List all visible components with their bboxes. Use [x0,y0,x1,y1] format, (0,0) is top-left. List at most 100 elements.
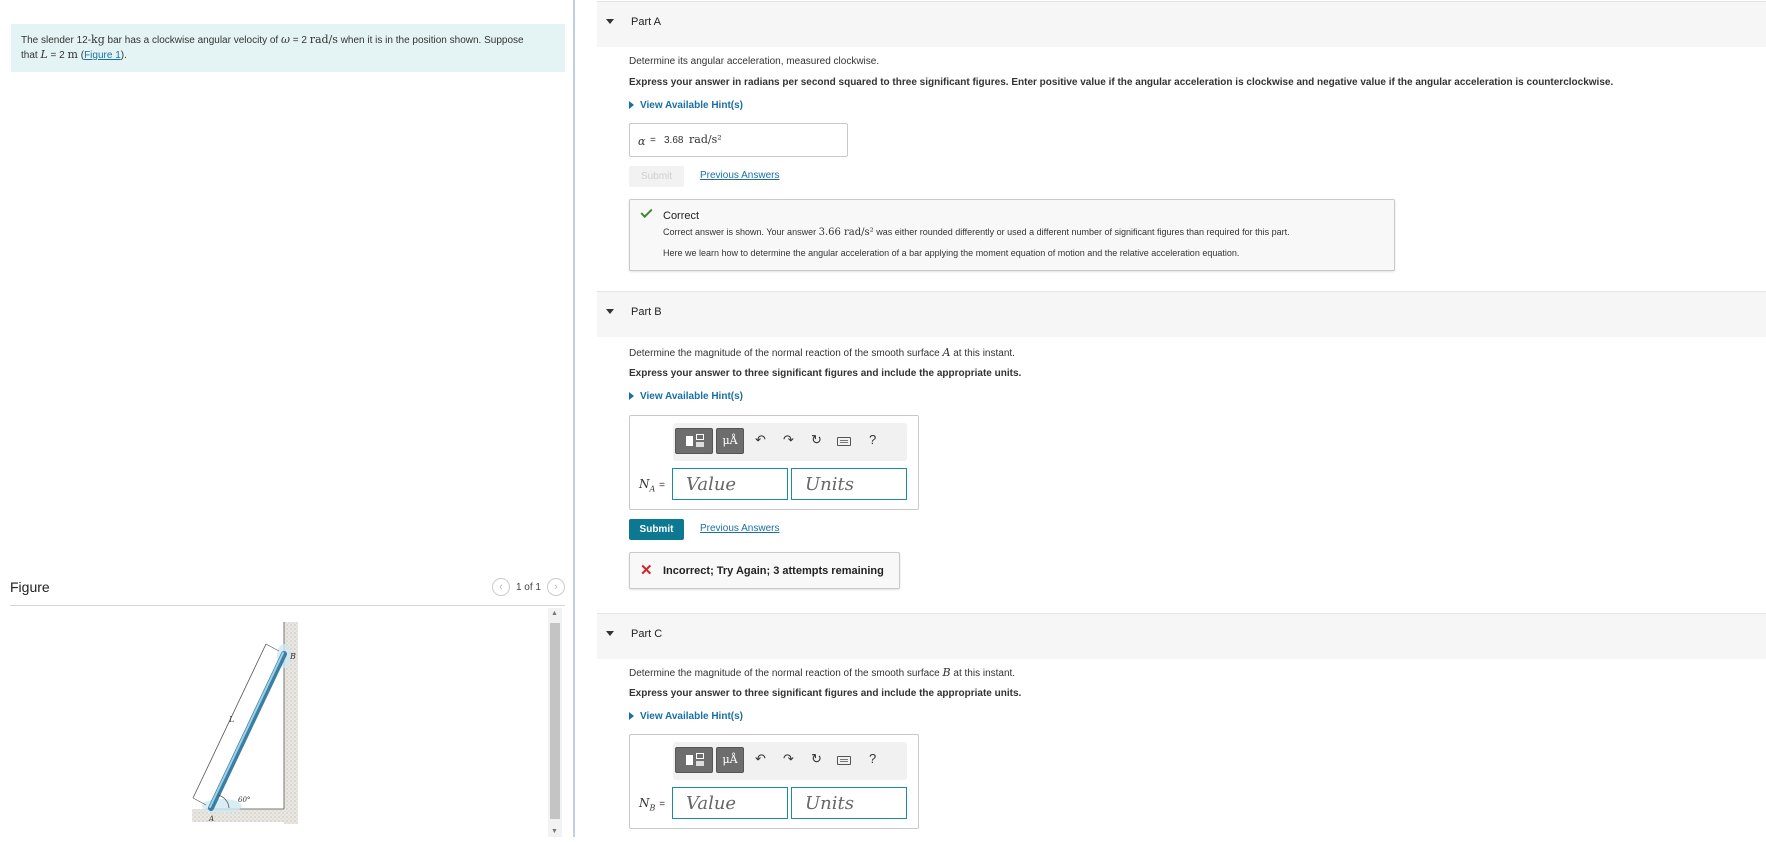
undo-icon[interactable]: ↶ [755,751,766,767]
part-b-variable-label: NA = [639,477,665,493]
check-icon [640,205,653,219]
figure-title: Figure [10,579,50,595]
keyboard-icon[interactable] [837,437,851,446]
part-b-hint-toggle[interactable]: View Available Hint(s) [629,391,743,402]
feedback-value: 3.66 rad/s² [818,227,874,238]
hint-label: View Available Hint(s) [640,391,743,402]
bar-diagram: B L 60° A [192,622,298,824]
feedback-heading: Correct [663,210,700,222]
math-toolbar: μÅ ↶ ↷ ↻ ? [673,742,907,780]
part-b-submit-button[interactable]: Submit [629,519,684,540]
figure-header: Figure ‹ 1 of 1 › [10,575,565,606]
omega-unit: rad/s [309,33,338,46]
scroll-up-icon[interactable]: ▲ [551,610,558,617]
redo-icon[interactable]: ↷ [783,432,794,448]
length-value: = 2 [47,50,68,61]
hint-triangle-icon [629,712,634,721]
units-button[interactable]: μÅ [716,747,744,773]
x-icon: ✕ [640,562,653,579]
units-input[interactable] [792,469,906,499]
variable-equals: = [659,799,666,810]
feedback-line-2: Here we learn how to determine the angul… [663,248,1240,258]
reset-icon[interactable]: ↻ [811,751,822,767]
omega-value: = 2 [289,35,310,46]
undo-icon[interactable]: ↶ [755,432,766,448]
templates-icon[interactable] [675,747,713,773]
part-a-answer-display: α = 3.68 rad/s² [629,123,848,157]
hint-triangle-icon [629,101,634,110]
collapse-caret-icon[interactable] [606,309,614,314]
label-L: L [228,715,234,724]
part-a-feedback-correct: Correct Correct answer is shown. Your an… [629,199,1395,271]
part-a-hint-toggle[interactable]: View Available Hint(s) [629,100,743,111]
value-input[interactable] [673,469,787,499]
part-a-question: Determine its angular acceleration, meas… [629,56,880,67]
part-a-title: Part A [631,16,661,28]
problem-text: that [21,50,41,61]
alpha-symbol: α [638,135,646,148]
mass-unit: kg [91,33,105,46]
figure-scrollbar[interactable]: ▲ ▼ [548,608,562,837]
label-A: A [208,815,214,823]
parts-panel: Part A Determine its angular acceleratio… [597,0,1766,837]
part-b-previous-answers-link[interactable]: Previous Answers [700,523,779,534]
units-input[interactable] [792,788,906,818]
part-a-header[interactable]: Part A [597,1,1766,47]
reset-icon[interactable]: ↻ [811,432,822,448]
part-c-units-field[interactable] [791,787,907,819]
units-button[interactable]: μÅ [716,428,744,454]
problem-statement: The slender 12-kg bar has a clockwise an… [11,24,565,72]
collapse-caret-icon[interactable] [606,19,614,24]
part-a-previous-answers-link[interactable]: Previous Answers [700,170,779,181]
problem-panel: The slender 12-kg bar has a clockwise an… [0,0,575,837]
part-a-answer-value: 3.68 [664,135,684,146]
question-text: Determine the magnitude of the normal re… [629,348,943,359]
figure-page-count: 1 of 1 [515,581,541,593]
question-text: at this instant. [950,668,1016,679]
part-c-hint-toggle[interactable]: View Available Hint(s) [629,711,743,722]
part-c-answer-editor: μÅ ↶ ↷ ↻ ? NB = [629,734,919,829]
hint-triangle-icon [629,392,634,401]
variable-subscript: B [649,803,656,813]
part-b-header[interactable]: Part B [597,291,1766,337]
length-symbol: L [40,48,48,61]
value-input[interactable] [673,788,787,818]
part-c-header[interactable]: Part C [597,613,1766,659]
next-figure-button[interactable]: › [547,578,565,596]
part-c-title: Part C [631,628,663,640]
part-b-feedback-incorrect: ✕ Incorrect; Try Again; 3 attempts remai… [629,552,900,589]
help-icon[interactable]: ? [869,751,876,766]
label-angle: 60° [238,796,250,804]
part-b-title: Part B [631,306,662,318]
scroll-down-icon[interactable]: ▼ [551,828,558,835]
prev-figure-button[interactable]: ‹ [491,578,510,596]
part-b-units-field[interactable] [791,468,907,500]
variable-subscript: A [649,484,656,494]
surface-symbol: B [942,666,951,679]
part-c-instruction: Express your answer to three significant… [629,688,1022,699]
problem-text: when it is in the position shown. Suppos… [337,35,524,46]
scrollbar-thumb[interactable] [550,623,560,819]
redo-icon[interactable]: ↷ [783,751,794,767]
part-c-value-field[interactable] [672,787,788,819]
templates-icon[interactable] [675,428,713,454]
figure-link[interactable]: Figure 1 [84,50,121,61]
part-a-instruction: Express your answer in radians per secon… [629,77,1614,88]
keyboard-icon[interactable] [837,756,851,765]
part-a-answer-unit: rad/s² [689,133,722,146]
feedback-heading: Incorrect; Try Again; 3 attempts remaini… [663,565,884,577]
label-B: B [289,652,296,661]
part-b-instruction: Express your answer to three significant… [629,368,1022,379]
figure-image: B L 60° A [10,608,558,837]
problem-text: bar has a clockwise angular velocity of [104,35,281,46]
part-a-submit-button[interactable]: Submit [629,166,684,187]
question-text: at this instant. [950,348,1015,359]
feedback-text: Correct answer is shown. Your answer [663,227,819,237]
collapse-caret-icon[interactable] [606,631,614,636]
variable-symbol: N [639,796,650,810]
help-icon[interactable]: ? [869,432,876,447]
length-unit: m [67,48,78,61]
omega-symbol: ω [280,33,290,46]
part-b-value-field[interactable] [672,468,788,500]
hint-label: View Available Hint(s) [640,100,743,111]
